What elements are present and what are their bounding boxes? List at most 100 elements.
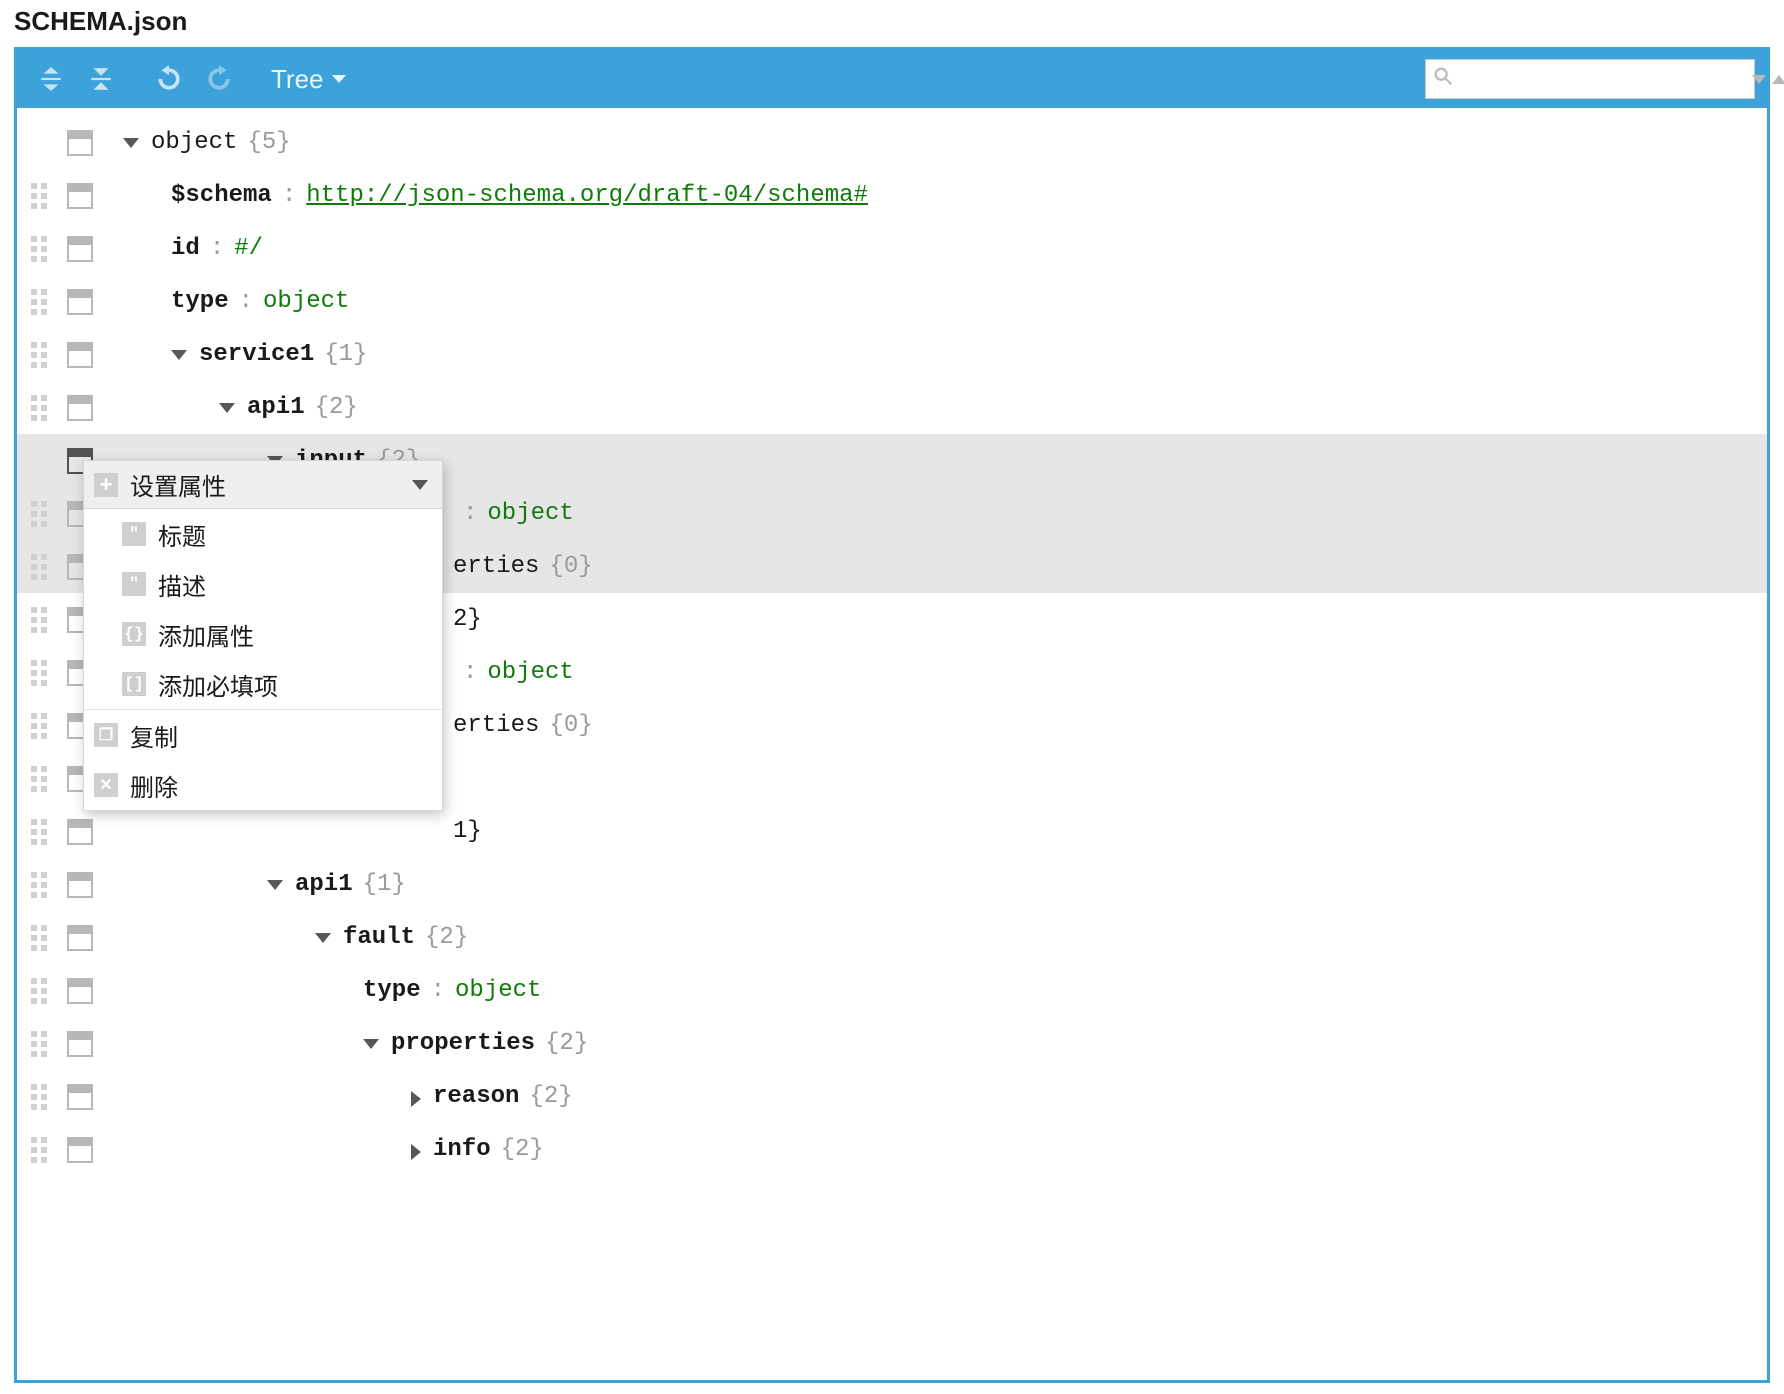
- redo-button[interactable]: [197, 57, 241, 101]
- drag-handle-icon[interactable]: [31, 289, 57, 315]
- row-menu-button[interactable]: [67, 236, 93, 262]
- context-menu-item[interactable]: ✕删除: [84, 760, 442, 810]
- node-value: object: [487, 659, 573, 686]
- drag-handle-icon[interactable]: [31, 607, 57, 633]
- caret-down-icon[interactable]: [363, 1039, 379, 1049]
- context-menu-header[interactable]: + 设置属性: [84, 461, 442, 509]
- node-key: erties: [453, 712, 539, 739]
- caret-down-icon[interactable]: [171, 350, 187, 360]
- drag-handle-icon[interactable]: [31, 978, 57, 1004]
- node-count: {2}: [529, 1083, 572, 1110]
- context-menu-item[interactable]: "描述: [84, 559, 442, 609]
- row-menu-button[interactable]: [67, 130, 93, 156]
- node-key: erties: [453, 553, 539, 580]
- row-menu-button[interactable]: [67, 819, 93, 845]
- search-next-icon[interactable]: [1752, 75, 1766, 84]
- drag-handle-icon[interactable]: [31, 819, 57, 845]
- drag-handle-icon[interactable]: [31, 713, 57, 739]
- drag-handle-icon[interactable]: [31, 872, 57, 898]
- row-menu-button[interactable]: [67, 342, 93, 368]
- context-menu-item-label: 描述: [158, 567, 206, 602]
- tree-row[interactable]: fault{2}: [17, 911, 1767, 964]
- tree-row[interactable]: info{2}: [17, 1123, 1767, 1176]
- row-menu-button[interactable]: [67, 872, 93, 898]
- key-separator: :: [463, 659, 477, 686]
- node-count: {5}: [247, 129, 290, 156]
- drag-handle-icon[interactable]: [31, 1137, 57, 1163]
- context-menu-item[interactable]: ❐复制: [84, 710, 442, 760]
- node-count: {2}: [501, 1136, 544, 1163]
- drag-handle-icon[interactable]: [31, 1031, 57, 1057]
- node-value: #/: [234, 235, 263, 262]
- mode-select[interactable]: Tree: [271, 64, 346, 95]
- drag-handle-icon[interactable]: [31, 766, 57, 792]
- context-menu-item-label: 添加属性: [158, 617, 254, 652]
- context-menu-item-label: 标题: [158, 517, 206, 552]
- tree-row[interactable]: $schema:http://json-schema.org/draft-04/…: [17, 169, 1767, 222]
- tree-row[interactable]: api1 {2}: [17, 381, 1767, 434]
- caret-down-icon[interactable]: [219, 403, 235, 413]
- tree-row[interactable]: object{5}: [17, 116, 1767, 169]
- row-menu-button[interactable]: [67, 1084, 93, 1110]
- tree-row[interactable]: service1{1}: [17, 328, 1767, 381]
- tree-row[interactable]: reason{2}: [17, 1070, 1767, 1123]
- undo-button[interactable]: [147, 57, 191, 101]
- drag-handle-icon[interactable]: [31, 501, 57, 527]
- node-count: {1}: [363, 871, 406, 898]
- drag-handle-icon[interactable]: [31, 236, 57, 262]
- context-menu-item[interactable]: []添加必填项: [84, 659, 442, 709]
- node-value[interactable]: http://json-schema.org/draft-04/schema#: [306, 182, 868, 209]
- tree-row[interactable]: type:object: [17, 964, 1767, 1017]
- caret-right-icon[interactable]: [411, 1144, 421, 1160]
- node-key: 2}: [453, 606, 482, 633]
- caret-down-icon[interactable]: [123, 138, 139, 148]
- row-menu-button[interactable]: [67, 925, 93, 951]
- expand-all-button[interactable]: [29, 57, 73, 101]
- drag-handle-icon[interactable]: [31, 183, 57, 209]
- row-menu-button[interactable]: [67, 1031, 93, 1057]
- caret-down-icon[interactable]: [267, 880, 283, 890]
- row-menu-button[interactable]: [67, 395, 93, 421]
- search-box[interactable]: [1425, 59, 1755, 99]
- node-key: api1: [295, 871, 353, 898]
- context-menu-item[interactable]: {}添加属性: [84, 609, 442, 659]
- context-menu: + 设置属性 "标题"描述{}添加属性[]添加必填项 ❐复制✕删除: [83, 460, 443, 811]
- tree-row[interactable]: type:object: [17, 275, 1767, 328]
- tree-body: object{5}$schema:http://json-schema.org/…: [17, 108, 1767, 1380]
- row-menu-button[interactable]: [67, 183, 93, 209]
- drag-handle-icon[interactable]: [31, 1084, 57, 1110]
- row-menu-button[interactable]: [67, 289, 93, 315]
- tree-row[interactable]: 1}: [17, 805, 1767, 858]
- node-value: object: [455, 977, 541, 1004]
- node-count: {1}: [324, 341, 367, 368]
- mode-label: Tree: [271, 64, 324, 95]
- node-count: {2}: [315, 394, 358, 421]
- tree-row[interactable]: api1 {1}: [17, 858, 1767, 911]
- node-key: id: [171, 235, 200, 262]
- caret-right-icon[interactable]: [411, 1091, 421, 1107]
- key-separator: :: [463, 500, 477, 527]
- tree-row[interactable]: id :#/: [17, 222, 1767, 275]
- drag-handle-icon[interactable]: [31, 342, 57, 368]
- node-key: type: [171, 288, 229, 315]
- file-title: SCHEMA.json: [0, 0, 1784, 47]
- drag-handle-icon[interactable]: [31, 395, 57, 421]
- collapse-all-button[interactable]: [79, 57, 123, 101]
- drag-handle-icon[interactable]: [31, 660, 57, 686]
- context-menu-item[interactable]: "标题: [84, 509, 442, 559]
- tree-row[interactable]: properties{2}: [17, 1017, 1767, 1070]
- drag-handle-icon[interactable]: [31, 554, 57, 580]
- node-key: type: [363, 977, 421, 1004]
- search-prev-icon[interactable]: [1772, 75, 1784, 84]
- row-menu-button[interactable]: [67, 1137, 93, 1163]
- search-input[interactable]: [1460, 66, 1748, 92]
- drag-handle-icon[interactable]: [31, 925, 57, 951]
- node-key: 1}: [453, 818, 482, 845]
- chevron-down-icon: [412, 480, 428, 490]
- editor-frame: Tree object{5}$schema:http://json-schema…: [14, 47, 1770, 1383]
- context-menu-item-label: 删除: [130, 768, 178, 803]
- context-menu-item-label: 添加必填项: [158, 667, 278, 702]
- caret-down-icon[interactable]: [315, 933, 331, 943]
- row-menu-button[interactable]: [67, 978, 93, 1004]
- node-key: api1: [247, 394, 305, 421]
